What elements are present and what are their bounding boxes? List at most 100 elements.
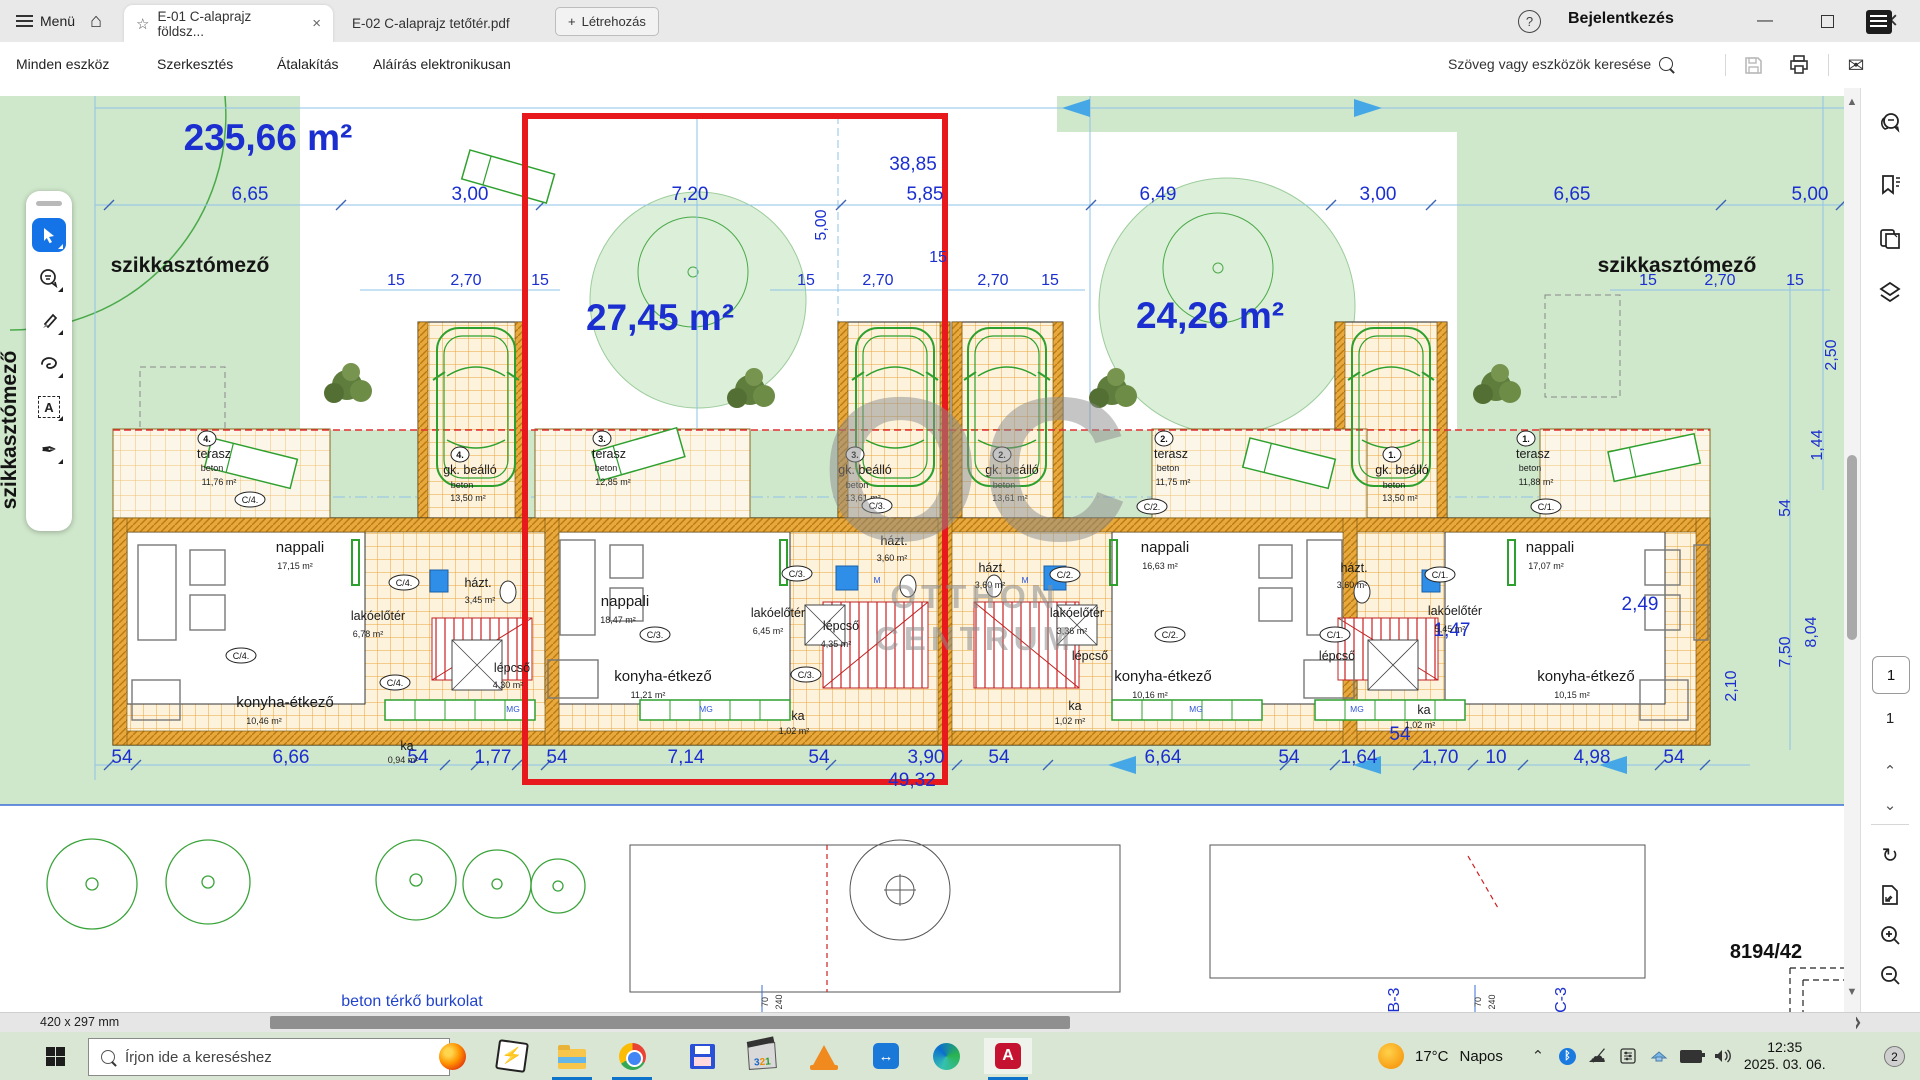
firefox-icon [439, 1043, 466, 1070]
plan-text: 10,15 m² [1554, 690, 1590, 700]
clock[interactable]: 12:35 2025. 03. 06. [1744, 1039, 1826, 1073]
plan-text: 11,75 m² [1156, 477, 1191, 487]
weather-sun-icon[interactable] [1378, 1043, 1404, 1069]
highlight-pencil-tool[interactable] [32, 304, 66, 338]
rotate-refresh-icon[interactable]: ↻ [1875, 840, 1905, 870]
title-bar: Menü ⌂ ☆ E-01 C-alaprajz földsz... × E-0… [0, 0, 1920, 43]
plan-text: 1,02 m² [1405, 720, 1436, 730]
app-vlc[interactable] [800, 1038, 848, 1074]
email-button[interactable]: ✉ [1843, 52, 1869, 78]
tab-e01[interactable]: ☆ E-01 C-alaprajz földsz... × [124, 5, 333, 42]
app-winamp[interactable]: ⚡ [488, 1038, 536, 1074]
plan-text: 7,14 [668, 747, 705, 768]
bookmarks-panel-icon[interactable] [1875, 170, 1905, 200]
plan-text: 8,04 [1803, 616, 1820, 647]
next-page-icon[interactable]: ⌄ [1875, 790, 1905, 820]
layers-panel-icon[interactable] [1875, 278, 1905, 308]
zoom-in-icon[interactable] [1875, 920, 1905, 950]
notification-center-icon[interactable] [1866, 10, 1892, 34]
plan-text: 4,30 m² [493, 680, 524, 690]
minimize-button[interactable]: — [1742, 0, 1788, 42]
plan-text: 15 [1786, 272, 1804, 289]
scroll-up-icon[interactable]: ▲ [1844, 94, 1860, 110]
plan-text: 54 [111, 747, 133, 768]
menu-button[interactable]: Menü [16, 0, 75, 42]
panel-drag-handle[interactable] [36, 201, 62, 206]
menu-esign[interactable]: Aláírás elektronikusan [373, 56, 511, 72]
create-button[interactable]: + Létrehozás [555, 7, 659, 36]
add-text-tool[interactable]: A [32, 390, 66, 424]
plan-text: gk. beálló [443, 463, 497, 477]
device-icon[interactable] [1649, 1049, 1669, 1063]
weather-temp[interactable]: 17°C [1415, 1048, 1449, 1065]
plan-text: beton [595, 463, 618, 473]
plan-text: 11,88 m² [1519, 477, 1554, 487]
app-file-explorer[interactable] [548, 1038, 596, 1074]
volume-icon[interactable] [1713, 1049, 1733, 1063]
battery-icon[interactable] [1680, 1050, 1702, 1063]
lasso-draw-tool[interactable] [32, 347, 66, 381]
plan-text: OTTHON [890, 578, 1059, 615]
comments-panel-icon[interactable] [1875, 108, 1905, 138]
horizontal-scrollbar[interactable] [140, 1014, 1856, 1030]
tray-expand-icon[interactable]: ⌃ [1528, 1047, 1548, 1065]
fit-page-icon[interactable] [1875, 880, 1905, 910]
plan-text: konyha-étkező [1537, 668, 1635, 685]
app-teamviewer[interactable]: ↔ [862, 1038, 910, 1074]
save-button[interactable] [1740, 52, 1766, 78]
help-button[interactable]: ? [1518, 10, 1541, 33]
tab-close-icon[interactable]: × [312, 15, 321, 32]
fill-sign-tool[interactable]: ✒ [32, 433, 66, 467]
app-floppy[interactable] [678, 1038, 726, 1074]
menu-all-tools[interactable]: Minden eszköz [16, 56, 109, 72]
zoom-out-icon[interactable] [1875, 960, 1905, 990]
plan-text: 240 [1487, 994, 1497, 1009]
plan-text: 18,47 m² [600, 615, 636, 625]
search-icon [1659, 57, 1673, 71]
sign-in-button[interactable]: Bejelentkezés [1568, 10, 1674, 28]
plan-text: 54 [988, 747, 1010, 768]
plan-text: 3,60 m² [1337, 580, 1368, 590]
plan-text: 2,49 [1622, 594, 1659, 615]
taskbar-search-placeholder: Írjon ide a kereséshez [125, 1049, 272, 1066]
vertical-scroll-thumb[interactable] [1847, 455, 1857, 640]
search-tools[interactable]: Szöveg vagy eszközök keresése [1448, 56, 1673, 72]
scroll-down-icon[interactable]: ▼ [1844, 984, 1860, 1000]
page-thumbnails-icon[interactable] [1875, 224, 1905, 254]
onedrive-cloud-icon[interactable]: ☁̸ [1587, 1046, 1607, 1067]
document-canvas[interactable]: 235,66 m²27,45 m²24,26 m²38,855,856,653,… [0, 88, 1920, 1012]
plan-text: beton [1383, 480, 1406, 490]
tab-e02[interactable]: E-02 C-alaprajz tetőtér.pdf [340, 5, 522, 42]
bluetooth-icon[interactable]: ᛒ [1559, 1048, 1576, 1065]
prev-page-icon[interactable]: ⌃ [1875, 756, 1905, 786]
plan-text: szikkasztómező [1598, 254, 1757, 277]
select-tool[interactable] [32, 218, 66, 252]
plan-text: beton térkő burkolat [341, 993, 483, 1010]
vertical-scrollbar[interactable]: ▲ ▼ [1844, 88, 1860, 1012]
menu-convert[interactable]: Átalakítás [277, 56, 338, 72]
floppy-icon [690, 1044, 715, 1069]
horizontal-scroll-thumb[interactable] [270, 1016, 1070, 1029]
restore-button[interactable] [1804, 0, 1850, 42]
home-button[interactable]: ⌂ [90, 0, 102, 42]
plan-text: 10 [1485, 747, 1506, 768]
print-button[interactable] [1786, 52, 1812, 78]
comment-tool[interactable] [32, 261, 66, 295]
mixer-icon[interactable] [1618, 1048, 1638, 1064]
plan-text: 4,98 [1574, 747, 1611, 768]
page-number-box[interactable]: 1 [1872, 656, 1910, 694]
star-icon[interactable]: ☆ [136, 15, 149, 33]
app-edge[interactable] [922, 1038, 970, 1074]
plus-icon: + [568, 14, 576, 29]
weather-condition[interactable]: Napos [1460, 1048, 1503, 1065]
plan-text: lakóelőtér [751, 606, 805, 620]
start-button[interactable] [46, 1047, 65, 1066]
app-acrobat[interactable]: A [984, 1038, 1032, 1074]
app-firefox[interactable] [428, 1038, 476, 1074]
taskbar-search[interactable]: Írjon ide a kereséshez [88, 1038, 450, 1076]
plan-text: 17,07 m² [1528, 561, 1564, 571]
acrobat-icon: A [995, 1043, 1021, 1069]
app-media-player-classic[interactable]: 321 [738, 1038, 786, 1074]
menu-edit[interactable]: Szerkesztés [157, 56, 233, 72]
app-chrome[interactable] [608, 1038, 656, 1074]
